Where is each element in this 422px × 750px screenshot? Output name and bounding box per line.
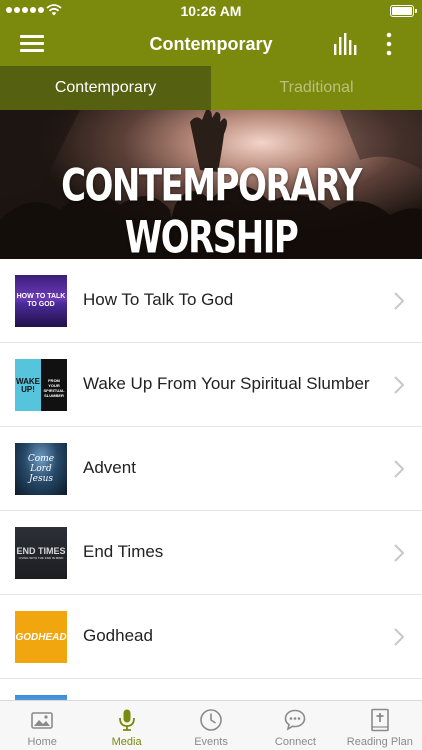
tab-home-label: Home: [27, 736, 57, 748]
tab-traditional[interactable]: Traditional: [211, 66, 422, 110]
navigation-bar: Contemporary: [0, 22, 422, 66]
hero-banner: CONTEMPORARY WORSHIP: [0, 110, 422, 259]
thumbnail-text: GODHEAD: [15, 631, 67, 643]
chat-bubble-icon: [285, 709, 306, 731]
chevron-right-icon: [394, 628, 404, 646]
thumbnail-subtext: LIVING WITH THE END IN MIND: [18, 556, 64, 560]
chevron-right-icon: [394, 376, 404, 394]
series-thumbnail: Come Lord Jesus: [15, 443, 67, 495]
bible-icon: [371, 708, 389, 732]
media-series-list: HOW TO TALK TO GOD How To Talk To God WA…: [0, 259, 422, 700]
tab-events[interactable]: Events: [169, 701, 253, 750]
chevron-right-icon: [394, 544, 404, 562]
audio-bars-icon[interactable]: [333, 33, 357, 55]
thumbnail-text: HOW TO TALK TO GOD: [16, 293, 66, 308]
list-item-title: Advent: [83, 458, 136, 477]
series-thumbnail: WAKE UP! FROM YOUR SPIRITUAL SLUMBER: [15, 359, 67, 411]
list-item[interactable]: HOW TO TALK TO GOD How To Talk To God: [0, 259, 422, 343]
page-title: Contemporary: [149, 34, 273, 54]
list-item-title: How To Talk To God: [83, 290, 234, 309]
list-item[interactable]: Come Lord Jesus Advent: [0, 427, 422, 511]
chevron-right-icon: [394, 460, 404, 478]
battery-icon: [390, 5, 417, 17]
tab-connect-label: Connect: [274, 736, 316, 748]
thumbnail-subtext: FROM YOUR SPIRITUAL SLUMBER: [43, 378, 65, 398]
list-item[interactable]: WAKE UP! FROM YOUR SPIRITUAL SLUMBER Wak…: [0, 343, 422, 427]
list-item-title: Wake Up From Your Spiritual Slumber: [83, 374, 370, 393]
tab-media-label: Media: [111, 736, 142, 748]
series-thumbnail: HOW TO TALK TO GOD: [15, 275, 67, 327]
list-item-title: Godhead: [83, 626, 153, 645]
thumbnail-text: Come Lord Jesus: [27, 454, 55, 484]
list-item[interactable]: [0, 679, 422, 700]
tab-connect[interactable]: Connect: [253, 701, 337, 750]
status-bar: 10:26 AM: [0, 0, 422, 22]
tab-contemporary[interactable]: Contemporary: [0, 66, 211, 110]
microphone-icon: [118, 709, 135, 731]
banner-headline: CONTEMPORARY WORSHIP: [61, 160, 362, 259]
more-options-icon[interactable]: [381, 32, 397, 56]
series-thumbnail: END TIMES LIVING WITH THE END IN MIND: [15, 527, 67, 579]
list-item-title: End Times: [83, 542, 164, 561]
tab-home[interactable]: Home: [0, 701, 84, 750]
image-icon: [31, 712, 54, 729]
chevron-right-icon: [394, 292, 404, 310]
series-thumbnail: GODHEAD: [15, 611, 67, 663]
thumbnail-text: END TIMES: [16, 546, 66, 556]
tab-events-label: Events: [194, 736, 228, 748]
tab-reading-plan[interactable]: Reading Plan: [338, 701, 422, 750]
tab-media[interactable]: Media: [84, 701, 168, 750]
status-time: 10:26 AM: [180, 3, 242, 19]
list-item[interactable]: END TIMES LIVING WITH THE END IN MIND En…: [0, 511, 422, 595]
tab-reading-plan-label: Reading Plan: [346, 736, 413, 748]
thumbnail-text: WAKE UP!: [16, 377, 40, 394]
clock-icon: [200, 709, 222, 731]
segment-tabs: Contemporary Traditional: [0, 66, 422, 110]
list-item[interactable]: GODHEAD Godhead: [0, 595, 422, 679]
bottom-tab-bar: Home Media Events Connect Reading Plan: [0, 700, 422, 750]
